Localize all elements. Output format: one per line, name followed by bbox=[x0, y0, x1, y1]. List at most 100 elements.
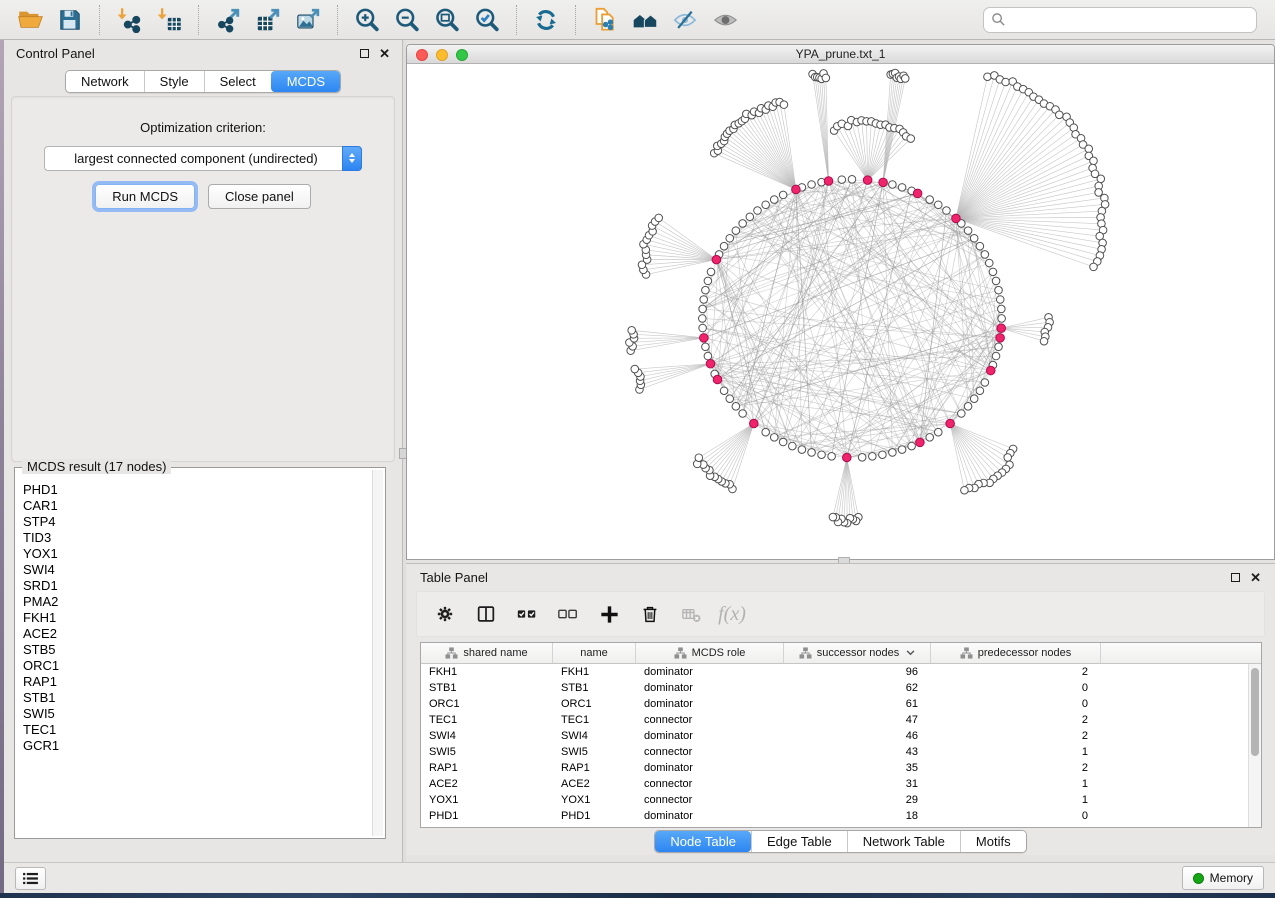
hide-selected-button[interactable] bbox=[665, 3, 705, 37]
table-scrollbar[interactable] bbox=[1248, 664, 1261, 827]
table-cell: dominator bbox=[636, 698, 784, 710]
table-row[interactable]: YOX1YOX1connector291 bbox=[421, 792, 1248, 808]
clone-network-button[interactable] bbox=[585, 3, 625, 37]
close-panel-button[interactable]: Close panel bbox=[208, 184, 311, 209]
table-cell: FKH1 bbox=[421, 666, 553, 678]
desktop-wallpaper-bottom bbox=[0, 893, 1275, 898]
tab-edge-table[interactable]: Edge Table bbox=[751, 831, 847, 852]
table-row[interactable]: RAP1RAP1dominator352 bbox=[421, 760, 1248, 776]
optimization-criterion-select[interactable]: largest connected component (undirected) bbox=[44, 146, 362, 171]
zoom-fit-button[interactable] bbox=[427, 3, 467, 37]
table-panel-title: Table Panel bbox=[420, 570, 488, 585]
tab-node-table[interactable]: Node Table bbox=[655, 831, 751, 852]
close-panel-icon[interactable]: ✕ bbox=[1250, 571, 1261, 584]
show-columns-button[interactable] bbox=[470, 598, 502, 630]
export-image-button[interactable] bbox=[288, 3, 328, 37]
show-all-button[interactable] bbox=[705, 3, 745, 37]
optimization-criterion-label: Optimization criterion: bbox=[12, 120, 394, 135]
zoom-in-button[interactable] bbox=[347, 3, 387, 37]
mcds-result-item[interactable]: STB1 bbox=[23, 690, 365, 706]
zoom-out-button[interactable] bbox=[387, 3, 427, 37]
table-cell: dominator bbox=[636, 762, 784, 774]
maximize-window-icon[interactable] bbox=[456, 49, 468, 61]
mcds-result-item[interactable]: CAR1 bbox=[23, 498, 365, 514]
deselect-all-button[interactable] bbox=[552, 598, 584, 630]
close-panel-icon[interactable]: ✕ bbox=[379, 47, 390, 60]
float-panel-icon[interactable] bbox=[360, 49, 369, 58]
float-panel-icon[interactable] bbox=[1231, 573, 1240, 582]
table-cell: STB1 bbox=[421, 682, 553, 694]
network-window-titlebar[interactable]: YPA_prune.txt_1 bbox=[407, 45, 1274, 64]
table-row[interactable]: SWI5SWI5connector431 bbox=[421, 744, 1248, 760]
table-cell: 2 bbox=[931, 730, 1101, 742]
plus-icon bbox=[598, 603, 621, 626]
column-header-shared-name[interactable]: shared name bbox=[421, 643, 553, 663]
tab-mcds[interactable]: MCDS bbox=[271, 71, 340, 92]
close-window-icon[interactable] bbox=[416, 49, 428, 61]
houses-icon bbox=[632, 6, 659, 33]
import-network-button[interactable] bbox=[109, 3, 149, 37]
mcds-result-item[interactable]: SWI5 bbox=[23, 706, 365, 722]
table-settings-button[interactable] bbox=[429, 598, 461, 630]
import-table-button[interactable] bbox=[149, 3, 189, 37]
open-file-button[interactable] bbox=[10, 3, 50, 37]
delete-column-button[interactable] bbox=[634, 598, 666, 630]
save-session-button[interactable] bbox=[50, 3, 90, 37]
mcds-result-item[interactable]: STP4 bbox=[23, 514, 365, 530]
column-namespace-icon bbox=[674, 647, 687, 659]
table-row[interactable]: FKH1FKH1dominator962 bbox=[421, 664, 1248, 680]
first-neighbors-button[interactable] bbox=[625, 3, 665, 37]
table-row[interactable]: SWI4SWI4dominator462 bbox=[421, 728, 1248, 744]
task-history-button[interactable] bbox=[15, 867, 46, 890]
tab-select[interactable]: Select bbox=[204, 71, 271, 92]
column-header-MCDS-role[interactable]: MCDS role bbox=[636, 643, 784, 663]
network-graph[interactable] bbox=[407, 65, 1274, 559]
zoom-selected-button[interactable] bbox=[467, 3, 507, 37]
table-row[interactable]: ACE2ACE2connector311 bbox=[421, 776, 1248, 792]
mcds-result-item[interactable]: YOX1 bbox=[23, 546, 365, 562]
search-field[interactable] bbox=[983, 7, 1257, 33]
table-cell: 62 bbox=[784, 682, 931, 694]
table-row[interactable]: TEC1TEC1connector472 bbox=[421, 712, 1248, 728]
column-header-successor-nodes[interactable]: successor nodes bbox=[784, 643, 931, 663]
mcds-result-item[interactable]: FKH1 bbox=[23, 610, 365, 626]
tab-style[interactable]: Style bbox=[144, 71, 204, 92]
export-network-button[interactable] bbox=[208, 3, 248, 37]
node-table: shared namenameMCDS rolesuccessor nodesp… bbox=[420, 642, 1262, 828]
select-all-button[interactable] bbox=[511, 598, 543, 630]
mcds-result-item[interactable]: PMA2 bbox=[23, 594, 365, 610]
tab-motifs[interactable]: Motifs bbox=[960, 831, 1026, 852]
mcds-result-item[interactable]: ACE2 bbox=[23, 626, 365, 642]
mcds-result-item[interactable]: SRD1 bbox=[23, 578, 365, 594]
mcds-result-item[interactable]: SWI4 bbox=[23, 562, 365, 578]
mcds-result-item[interactable]: STB5 bbox=[23, 642, 365, 658]
column-header-name[interactable]: name bbox=[553, 643, 636, 663]
minimize-window-icon[interactable] bbox=[436, 49, 448, 61]
table-row[interactable]: STB1STB1dominator620 bbox=[421, 680, 1248, 696]
mcds-result-item[interactable]: ORC1 bbox=[23, 658, 365, 674]
mcds-result-item[interactable]: TEC1 bbox=[23, 722, 365, 738]
network-canvas[interactable] bbox=[407, 65, 1274, 559]
scrollbar-thumb[interactable] bbox=[1251, 668, 1259, 756]
mcds-result-item[interactable]: GCR1 bbox=[23, 738, 365, 754]
table-cell: YOX1 bbox=[421, 794, 553, 806]
table-row[interactable]: PHD1PHD1dominator180 bbox=[421, 808, 1248, 824]
column-header-predecessor-nodes[interactable]: predecessor nodes bbox=[931, 643, 1101, 663]
tab-network[interactable]: Network bbox=[66, 71, 144, 92]
mcds-result-item[interactable]: RAP1 bbox=[23, 674, 365, 690]
memory-button[interactable]: Memory bbox=[1182, 866, 1264, 890]
export-table-button[interactable] bbox=[248, 3, 288, 37]
clone-network-icon bbox=[592, 6, 619, 33]
mcds-list-scrollbar[interactable] bbox=[372, 470, 383, 836]
create-column-button[interactable] bbox=[593, 598, 625, 630]
mcds-result-item[interactable]: PHD1 bbox=[23, 482, 365, 498]
table-row[interactable]: ORC1ORC1dominator610 bbox=[421, 696, 1248, 712]
apply-layout-button[interactable] bbox=[526, 3, 566, 37]
table-cell: SWI5 bbox=[421, 746, 553, 758]
table-cell: connector bbox=[636, 746, 784, 758]
mcds-result-item[interactable]: TID3 bbox=[23, 530, 365, 546]
search-input[interactable] bbox=[1011, 12, 1249, 27]
run-mcds-button[interactable]: Run MCDS bbox=[95, 184, 195, 209]
tab-network-table[interactable]: Network Table bbox=[847, 831, 960, 852]
control-panel-title: Control Panel bbox=[16, 46, 95, 61]
